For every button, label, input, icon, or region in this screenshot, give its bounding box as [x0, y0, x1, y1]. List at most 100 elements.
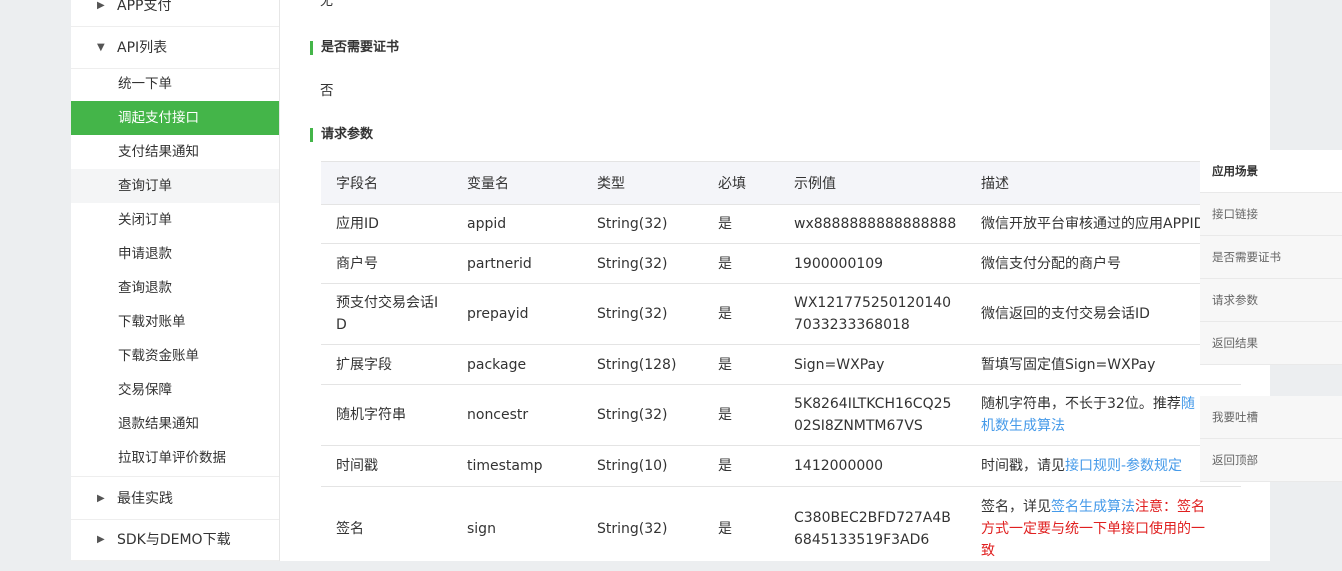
sidebar-item-query-order[interactable]: 查询订单	[71, 169, 279, 203]
header-example: 示例值	[793, 161, 980, 205]
sidebar-item-close-order[interactable]: 关闭订单	[71, 203, 279, 237]
table-row: 预支付交易会话ID prepayid String(32) 是 WX121775…	[321, 283, 1241, 345]
chevron-down-icon: ▼	[97, 41, 105, 53]
header-field: 字段名	[321, 161, 466, 205]
anchor-scenario[interactable]: 应用场景	[1200, 150, 1342, 193]
table-row: 扩展字段 package String(128) 是 Sign=WXPay 暂填…	[321, 344, 1241, 385]
cell-example: WX1217752501201407033233368018	[793, 283, 980, 345]
sidebar-item-refund-notify[interactable]: 退款结果通知	[71, 407, 279, 441]
table-row: 随机字符串 noncestr String(32) 是 5K8264ILTKCH…	[321, 384, 1241, 446]
desc-text: 随机字符串，不长于32位。推荐	[981, 396, 1181, 412]
cell-var: noncestr	[466, 384, 596, 446]
sidebar-item-refund[interactable]: 申请退款	[71, 237, 279, 271]
chevron-right-icon: ▶	[97, 533, 105, 545]
cert-value: 否	[320, 83, 334, 99]
sidebar-group-sdk-demo[interactable]: ▶ SDK与DEMO下载	[71, 518, 279, 561]
desc-wrap: 签名，详见签名生成算法注意：签名方式一定要与统一下单接口使用的一致	[981, 496, 1209, 562]
table-row: 商户号 partnerid String(32) 是 1900000109 微信…	[321, 243, 1241, 284]
cell-var: timestamp	[466, 445, 596, 487]
example-text: C380BEC2BFD727A4B6845133519F3AD6	[794, 509, 951, 548]
cell-type: String(32)	[596, 283, 717, 345]
right-tools-nav: 我要吐槽 返回顶部	[1200, 396, 1342, 482]
back-to-top-button[interactable]: 返回顶部	[1200, 439, 1342, 482]
cell-var: appid	[466, 204, 596, 244]
section-title-params: 请求参数	[310, 128, 373, 142]
cell-var: prepayid	[466, 283, 596, 345]
cell-type: String(32)	[596, 486, 717, 571]
cell-var: package	[466, 344, 596, 385]
desc-text: 签名，详见	[981, 498, 1051, 515]
cell-field: 扩展字段	[321, 344, 466, 385]
sidebar-item-invoke-payment[interactable]: 调起支付接口	[71, 101, 279, 135]
cell-required: 是	[717, 384, 793, 446]
chevron-right-icon: ▶	[97, 492, 105, 504]
cell-required: 是	[717, 243, 793, 284]
section-title-cert: 是否需要证书	[310, 41, 399, 55]
sidebar-item-trade-guarantee[interactable]: 交易保障	[71, 373, 279, 407]
main-content: 无 是否需要证书 否 请求参数 字段名 变量名 类型 必填 示例值 描述 应用I…	[280, 0, 1270, 571]
sidebar-item-download-bill[interactable]: 下载对账单	[71, 305, 279, 339]
cell-example: C380BEC2BFD727A4B6845133519F3AD6	[793, 486, 980, 571]
right-anchor-nav: 应用场景 接口链接 是否需要证书 请求参数 返回结果	[1200, 150, 1342, 365]
cell-field: 随机字符串	[321, 384, 466, 446]
sidebar-item-download-fund-bill[interactable]: 下载资金账单	[71, 339, 279, 373]
request-params-table: 字段名 变量名 类型 必填 示例值 描述 应用ID appid String(3…	[321, 161, 1241, 571]
cell-type: String(32)	[596, 243, 717, 284]
table-row: 时间戳 timestamp String(10) 是 1412000000 时间…	[321, 445, 1241, 487]
sidebar-group-label: SDK与DEMO下载	[117, 532, 231, 548]
sidebar-group-best-practice[interactable]: ▶ 最佳实践	[71, 476, 279, 520]
sidebar-item-unified-order[interactable]: 统一下单	[71, 67, 279, 101]
desc-text: 时间戳，请见	[981, 458, 1065, 474]
sidebar-group-api-list[interactable]: ▼ API列表	[71, 26, 279, 69]
previous-section-value: 无	[320, 0, 334, 9]
sidebar-group-label: API列表	[117, 40, 168, 56]
sidebar-item-payment-notify[interactable]: 支付结果通知	[71, 135, 279, 169]
sidebar-item-query-refund[interactable]: 查询退款	[71, 271, 279, 305]
sign-algorithm-link[interactable]: 签名生成算法	[1051, 499, 1135, 515]
interface-rules-link[interactable]: 接口规则-参数规定	[1065, 458, 1182, 474]
sidebar-group-app-pay[interactable]: ▶ APP支付	[71, 0, 279, 27]
anchor-interface-link[interactable]: 接口链接	[1200, 193, 1342, 236]
table-header-row: 字段名 变量名 类型 必填 示例值 描述	[321, 161, 1241, 205]
cell-field: 时间戳	[321, 445, 466, 487]
cell-example: wx8888888888888888	[793, 204, 980, 244]
anchor-request-params[interactable]: 请求参数	[1200, 279, 1342, 322]
cell-type: String(32)	[596, 204, 717, 244]
anchor-return-result[interactable]: 返回结果	[1200, 322, 1342, 365]
cell-desc: 签名，详见签名生成算法注意：签名方式一定要与统一下单接口使用的一致	[980, 486, 1241, 571]
header-type: 类型	[596, 161, 717, 205]
table-row: 应用ID appid String(32) 是 wx88888888888888…	[321, 204, 1241, 244]
cell-required: 是	[717, 445, 793, 487]
sidebar-item-order-comments[interactable]: 拉取订单评价数据	[71, 441, 279, 475]
chevron-right-icon: ▶	[97, 0, 105, 11]
header-var: 变量名	[466, 161, 596, 205]
cell-field: 预支付交易会话ID	[321, 283, 466, 345]
field-text: 预支付交易会话ID	[336, 295, 439, 333]
cell-example: 5K8264ILTKCH16CQ2502SI8ZNMTM67VS	[793, 384, 980, 446]
desc-wrap: 随机字符串，不长于32位。推荐随机数生成算法	[981, 393, 1206, 437]
cell-field: 商户号	[321, 243, 466, 284]
cell-example: Sign=WXPay	[793, 344, 980, 385]
sidebar: ▶ APP支付 ▼ API列表 统一下单 调起支付接口 支付结果通知 查询订单 …	[71, 0, 280, 561]
example-text: 5K8264ILTKCH16CQ2502SI8ZNMTM67VS	[794, 396, 952, 434]
cell-example: 1900000109	[793, 243, 980, 284]
cell-required: 是	[717, 344, 793, 385]
sidebar-group-label: APP支付	[117, 0, 172, 14]
cell-field: 签名	[321, 486, 466, 571]
anchor-cert[interactable]: 是否需要证书	[1200, 236, 1342, 279]
cell-type: String(10)	[596, 445, 717, 487]
cell-var: sign	[466, 486, 596, 571]
cell-required: 是	[717, 283, 793, 345]
feedback-button[interactable]: 我要吐槽	[1200, 396, 1342, 439]
cell-type: String(128)	[596, 344, 717, 385]
cell-type: String(32)	[596, 384, 717, 446]
table-row: 签名 sign String(32) 是 C380BEC2BFD727A4B68…	[321, 486, 1241, 571]
cell-required: 是	[717, 204, 793, 244]
cell-field: 应用ID	[321, 204, 466, 244]
example-text: WX1217752501201407033233368018	[794, 295, 952, 333]
cell-required: 是	[717, 486, 793, 571]
desc-text: 微信开放平台审核通过的应用APPID	[981, 216, 1201, 232]
cell-example: 1412000000	[793, 445, 980, 487]
header-required: 必填	[717, 161, 793, 205]
sidebar-group-label: 最佳实践	[117, 491, 173, 507]
